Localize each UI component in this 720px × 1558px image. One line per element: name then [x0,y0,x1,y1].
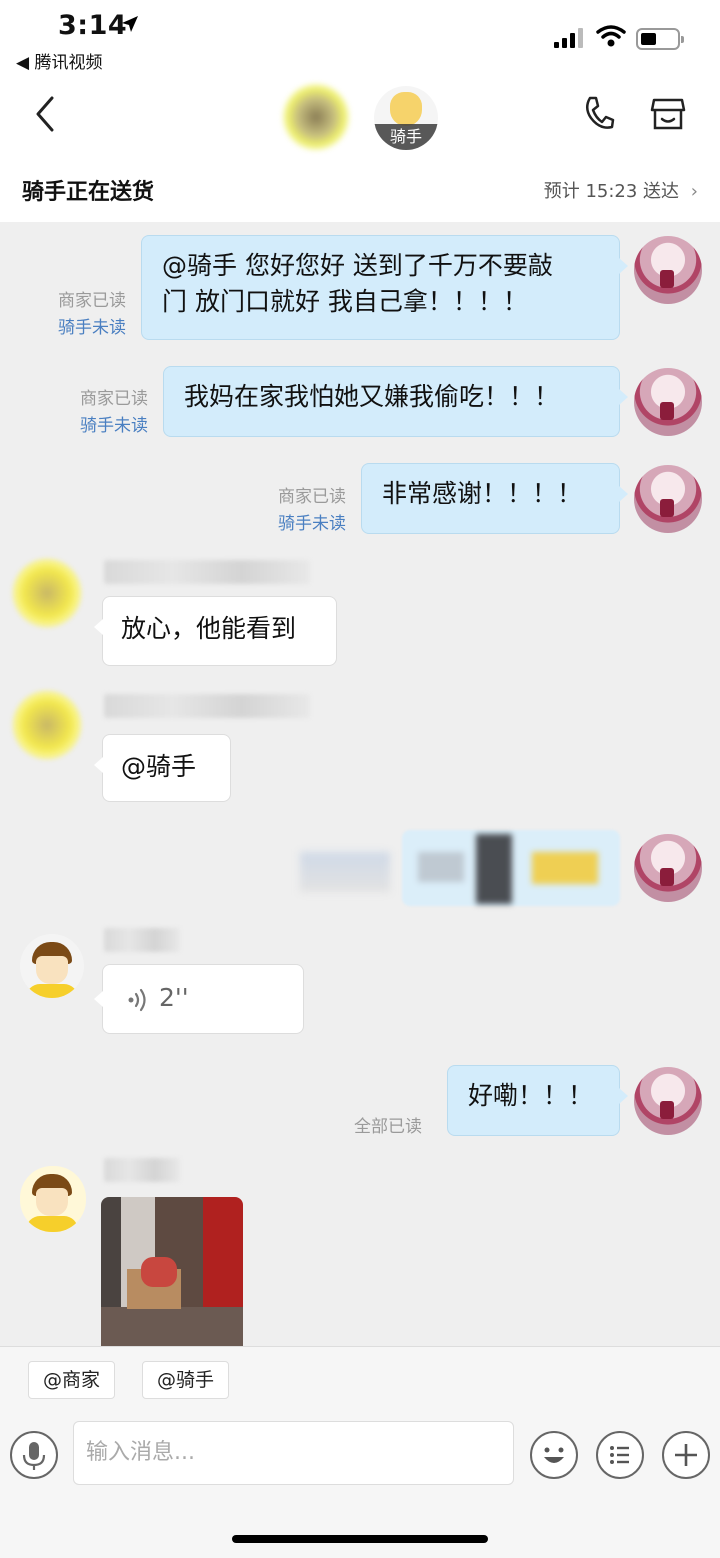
message-bubble[interactable]: @骑手 您好您好 送到了千万不要敲 门 放门口就好 我自己拿！！！！ [141,235,628,340]
mention-rider-button[interactable]: @骑手 [142,1361,230,1399]
menu-button[interactable] [596,1431,644,1479]
merchant-avatar[interactable] [12,558,82,628]
voice-icon [128,988,146,1012]
sender-name-blurred [104,694,310,718]
microphone-button[interactable] [10,1431,58,1479]
signal-icon [554,28,583,48]
delivery-eta: 预计 15:23 送达 › [544,177,698,203]
rider-read-status: 骑手未读 [58,318,126,338]
message-bubble-blurred[interactable] [402,830,620,906]
chevron-right-icon: › [690,181,698,202]
merchant-read-status: 商家已读 [58,291,126,311]
message-text: 我妈在家我怕她又嫌我偷吃！！！ [184,382,560,411]
plus-button[interactable] [662,1431,710,1479]
my-avatar[interactable] [634,368,702,436]
rider-read-status: 骑手未读 [80,416,148,436]
read-receipt: 商家已读 骑手未读 [258,484,346,538]
mention-merchant-button[interactable]: @商家 [28,1361,116,1399]
menu-icon [610,1446,629,1464]
rider-avatar[interactable] [20,934,84,998]
message-text: @骑手 [121,752,197,781]
message-bubble[interactable]: 我妈在家我怕她又嫌我偷吃！！！ [163,366,628,437]
read-receipt: 商家已读 骑手未读 [40,288,126,342]
message-text: 放心，他能看到 [121,614,297,643]
message-text-line: 门 放门口就好 我自己拿！！！！ [162,287,528,316]
phone-icon[interactable] [580,94,616,134]
message-text: 好嘞！！！ [468,1081,594,1110]
read-receipt-blurred [300,852,390,892]
message-bubble[interactable]: 好嘞！！！ [447,1065,628,1136]
home-indicator [232,1535,488,1543]
photo-message[interactable] [101,1197,243,1346]
merchant-avatar[interactable] [283,84,349,150]
my-avatar[interactable] [634,834,702,902]
voice-message-bubble[interactable]: 2'' [94,964,304,1034]
all-read-status: 全部已读 [354,1117,422,1137]
message-bubble[interactable]: 非常感谢！！！！ [361,463,628,534]
back-to-app-link[interactable]: ◀ 腾讯视频 [16,48,102,73]
rider-avatar[interactable] [20,1166,86,1232]
rider-read-status: 骑手未读 [278,514,346,534]
merchant-read-status: 商家已读 [278,487,346,507]
emoji-button[interactable] [530,1431,578,1479]
message-text: 非常感谢！！！！ [382,479,583,508]
voice-duration: 2'' [159,983,189,1012]
sender-name-blurred [104,928,180,952]
delivery-eta-text: 预计 15:23 送达 [543,181,680,202]
chat-messages[interactable]: 商家已读 骑手未读 @骑手 您好您好 送到了千万不要敲 门 放门口就好 我自己拿… [0,222,720,1346]
battery-icon [636,28,684,50]
wifi-icon [596,25,626,47]
microphone-icon [22,1442,46,1470]
status-bar: 3:14 ◀ 腾讯视频 [0,0,720,78]
emoji-icon [544,1447,564,1463]
message-input[interactable]: 输入消息... [73,1421,514,1485]
input-bar: @商家 @骑手 输入消息... [0,1346,720,1558]
my-avatar[interactable] [634,465,702,533]
message-bubble[interactable]: @骑手 [94,734,231,802]
merchant-read-status: 商家已读 [80,389,148,409]
back-icon[interactable] [28,92,68,136]
merchant-avatar[interactable] [12,690,82,760]
delivery-status-bar[interactable]: 骑手正在送货 预计 15:23 送达 › [0,158,720,222]
rider-avatar-label: 骑手 [374,124,438,150]
status-time: 3:14 [58,10,128,41]
my-avatar[interactable] [634,236,702,304]
sender-name-blurred [104,1158,180,1182]
plus-icon [675,1444,697,1466]
location-arrow-icon [122,16,138,32]
chat-header: 骑手 [0,78,720,158]
shop-icon[interactable] [648,94,688,134]
message-text-line: @骑手 您好您好 送到了千万不要敲 [162,251,553,280]
rider-avatar[interactable]: 骑手 [374,86,438,150]
message-bubble[interactable]: 放心，他能看到 [94,596,337,666]
delivery-status-title: 骑手正在送货 [22,180,155,205]
sender-name-blurred [104,560,310,584]
my-avatar[interactable] [634,1067,702,1135]
read-receipt: 商家已读 骑手未读 [60,386,148,440]
